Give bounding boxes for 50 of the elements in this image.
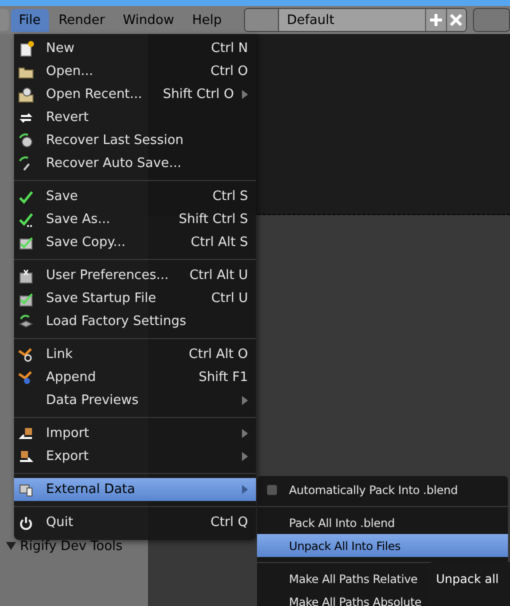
menu-item[interactable]: Unpack All Into Files [257, 534, 508, 557]
menu-item[interactable]: Save Startup File Ctrl U [14, 287, 256, 310]
menu-item[interactable]: Link Ctrl Alt O [14, 343, 256, 366]
menu-item[interactable]: Save As... Shift Ctrl S [14, 208, 256, 231]
menu-item[interactable]: Save Copy... Ctrl Alt S [14, 231, 256, 254]
menu-item[interactable]: Recover Auto Save... [14, 152, 256, 175]
menu-tab[interactable]: Window [114, 8, 182, 32]
panel-title: Rigify Dev Tools [20, 538, 123, 554]
menu-item[interactable]: Open... Ctrl O [14, 60, 256, 83]
clock-arrow-icon [18, 132, 34, 148]
close-icon[interactable] [449, 13, 464, 27]
checked-preferences-icon [18, 290, 34, 306]
box-arrow-right-icon [18, 448, 34, 464]
box-arrow-left-icon [18, 426, 34, 442]
menu-item[interactable]: External Data [14, 478, 256, 501]
menu-item[interactable]: Load Factory Settings [14, 310, 256, 333]
menu-item[interactable]: Save Ctrl S [14, 185, 256, 208]
disk-arrow-icon [18, 314, 34, 330]
layout-name: Default [286, 12, 336, 28]
menu-tab[interactable]: Help [184, 8, 230, 32]
checked-document-icon [18, 234, 34, 250]
power-icon [18, 514, 34, 530]
menu-item[interactable]: Revert [14, 106, 256, 129]
panel-header[interactable]: Rigify Dev Tools [0, 536, 148, 556]
menu-item[interactable]: New Ctrl N [14, 37, 256, 60]
menu-item[interactable]: Quit Ctrl Q [14, 511, 256, 534]
link-icon [18, 346, 34, 362]
menu-item[interactable]: Pack All Into .blend [257, 511, 508, 534]
layout-selector[interactable]: Default [244, 8, 467, 32]
menu-item[interactable]: Export [14, 445, 256, 468]
menu-item[interactable]: Append Shift F1 [14, 366, 256, 389]
menu-item[interactable]: Open Recent... Shift Ctrl O [14, 83, 256, 106]
menu-item[interactable]: Automatically Pack Into .blend [257, 478, 508, 501]
menu-tab[interactable]: File [10, 8, 49, 32]
scene-selector[interactable] [472, 8, 510, 32]
menu-item[interactable]: Data Previews [14, 389, 256, 412]
checkmark-icon [18, 212, 34, 228]
new-document-icon [18, 40, 34, 56]
menu-tab[interactable]: Render [50, 8, 113, 32]
checkbox[interactable] [267, 484, 277, 494]
append-icon [18, 370, 34, 386]
computer-icon [18, 482, 34, 498]
menu-item[interactable]: User Preferences... Ctrl Alt U [14, 264, 256, 287]
menu-item[interactable]: Recover Last Session [14, 129, 256, 152]
checkmark-icon [18, 188, 34, 204]
add-icon[interactable] [429, 13, 444, 27]
menu-item[interactable]: Import [14, 422, 256, 445]
folder-clock-icon [18, 86, 34, 102]
tooltip-text: Unpack all [436, 572, 499, 586]
preferences-icon [18, 268, 34, 284]
